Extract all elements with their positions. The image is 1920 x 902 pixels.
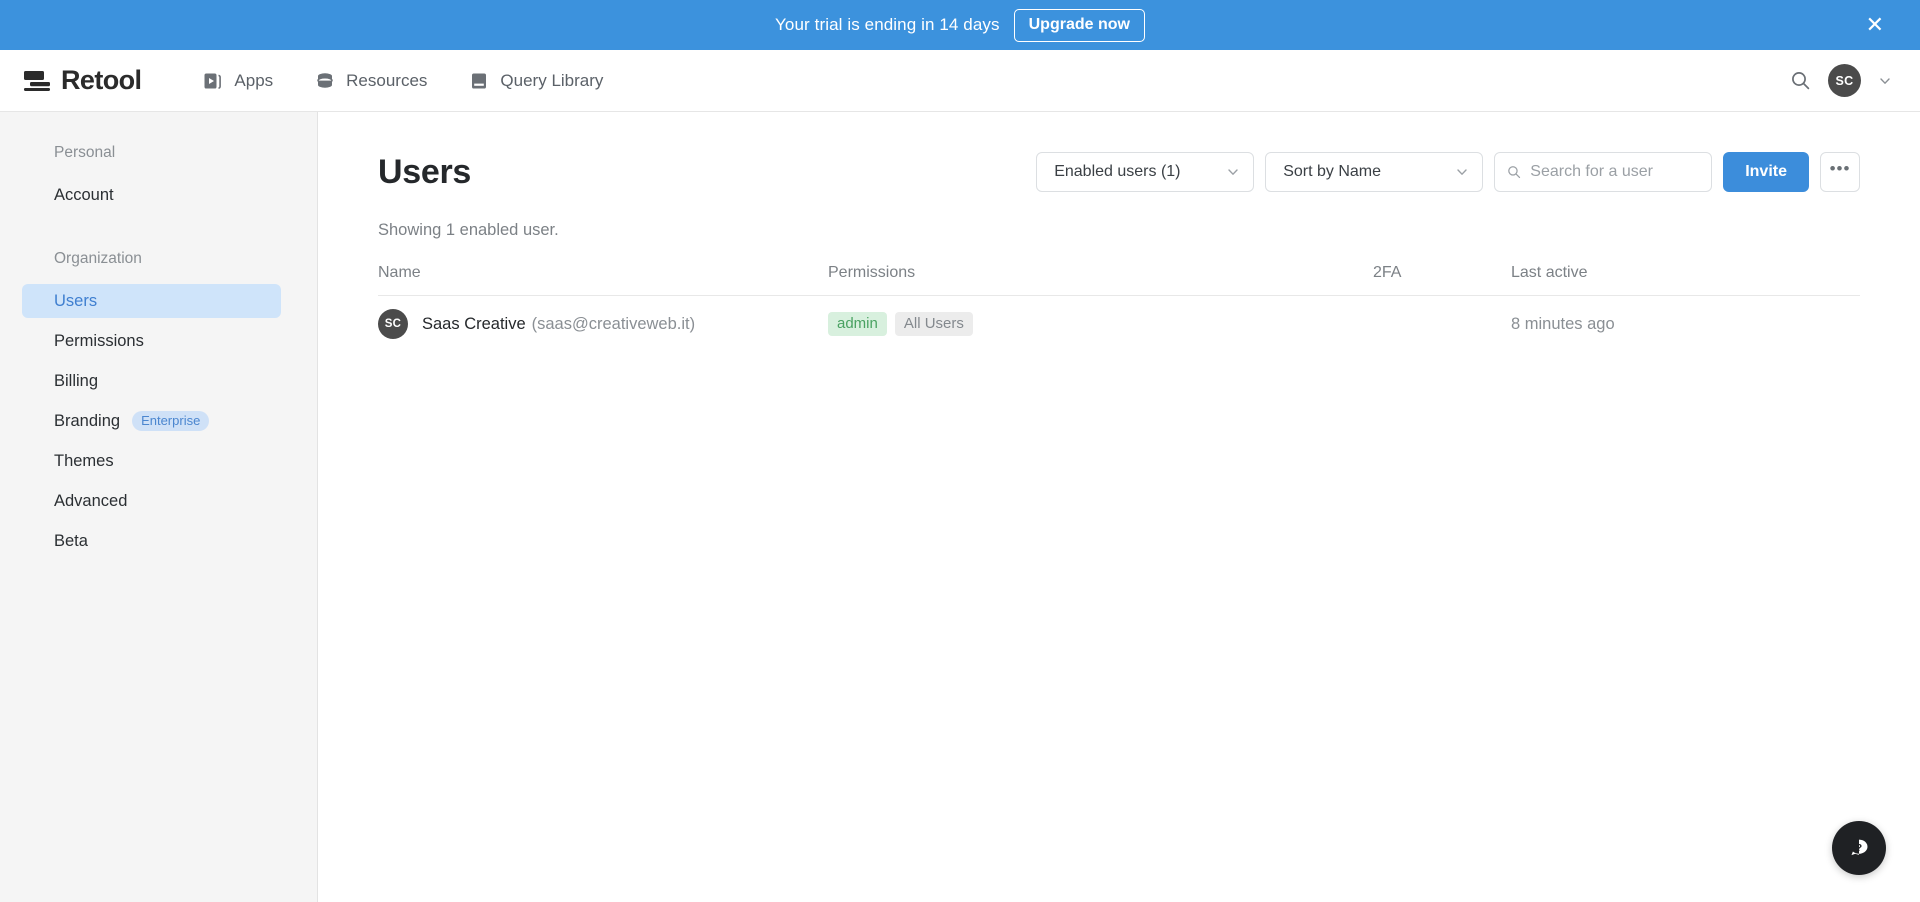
search-icon[interactable] [1790, 70, 1811, 91]
user-full-name: Saas Creative (saas@creativeweb.it) [422, 315, 695, 334]
sidebar-item-beta[interactable]: Beta [22, 524, 281, 558]
upgrade-now-button[interactable]: Upgrade now [1013, 8, 1145, 42]
chevron-down-icon[interactable] [1878, 74, 1892, 88]
sidebar-item-account[interactable]: Account [22, 178, 281, 212]
avatar[interactable]: SC [1828, 64, 1861, 97]
main-content: Users Enabled users (1) Sort by Name Sea… [318, 112, 1920, 902]
sidebar-item-themes[interactable]: Themes [22, 444, 281, 478]
users-count-subtitle: Showing 1 enabled user. [378, 221, 559, 239]
search-input[interactable] [1530, 163, 1700, 181]
sort-select[interactable]: Sort by Name [1265, 152, 1484, 192]
page-header: Users Enabled users (1) Sort by Name Sea… [378, 146, 1860, 198]
search-user-box[interactable] [1494, 152, 1713, 192]
help-button[interactable]: ? [1832, 821, 1886, 875]
svg-text:?: ? [1856, 842, 1862, 854]
column-header-permissions: Permissions [828, 264, 916, 281]
sidebar-item-label: Permissions [54, 331, 144, 350]
sidebar-item-branding[interactable]: Branding Enterprise [22, 404, 281, 438]
more-options-button[interactable]: ••• [1820, 152, 1860, 192]
sidebar-item-label: Billing [54, 371, 99, 390]
sidebar-item-billing[interactable]: Billing [22, 364, 281, 398]
sidebar-item-label: Users [54, 291, 98, 310]
user-last-active-cell: 8 minutes ago [1511, 314, 1615, 333]
database-icon [317, 72, 333, 88]
permission-tag-all-users: All Users [894, 312, 973, 336]
sidebar-item-advanced[interactable]: Advanced [22, 484, 281, 518]
column-header-last-active: Last active [1511, 264, 1588, 281]
column-header-2fa: 2FA [1373, 264, 1402, 281]
sidebar-item-permissions[interactable]: Permissions [22, 324, 281, 358]
nav-item-query-library[interactable]: Query Library [469, 71, 603, 91]
sidebar-item-label: Advanced [54, 491, 128, 510]
retool-logo-icon [24, 70, 50, 91]
nav-item-apps[interactable]: Apps [203, 71, 273, 91]
users-table: Name Permissions 2FA Last active SC Saas… [378, 264, 1860, 352]
sidebar-item-users[interactable]: Users [22, 284, 281, 318]
sort-select-value: Sort by Name [1283, 163, 1382, 180]
filter-select[interactable]: Enabled users (1) [1036, 152, 1255, 192]
retool-logo-link[interactable]: Retool [22, 65, 142, 96]
filter-select-value: Enabled users (1) [1054, 163, 1181, 180]
nav-item-label: Resources [346, 70, 428, 90]
sidebar-item-label: Branding [54, 411, 121, 430]
sidebar-group-label: Organization [54, 250, 142, 267]
trial-banner: Your trial is ending in 14 days Upgrade … [0, 0, 1920, 50]
sidebar-group-organization: Organization Users Permissions Billing B… [0, 250, 317, 558]
table-header-row: Name Permissions 2FA Last active [378, 264, 1860, 296]
sidebar-item-label: Beta [54, 531, 88, 550]
book-icon [472, 73, 487, 88]
close-icon[interactable]: ✕ [1866, 14, 1884, 36]
trial-banner-text: Your trial is ending in 14 days [775, 15, 1000, 34]
user-permissions-cell: admin All Users [828, 312, 1373, 336]
user-email-text: (saas@creativeweb.it) [531, 314, 696, 333]
sidebar-group-personal: Personal Account [0, 144, 317, 212]
app-body: Personal Account Organization Users Perm… [0, 112, 1920, 902]
nav-item-label: Apps [234, 70, 274, 90]
help-question-bubble-icon: ? [1851, 839, 1868, 856]
page-title: Users [378, 152, 472, 191]
nav-item-resources[interactable]: Resources [315, 71, 427, 91]
sidebar-item-label: Account [54, 185, 114, 204]
user-name-text: Saas Creative [422, 314, 526, 333]
users-toolbar: Enabled users (1) Sort by Name Search fo… [1036, 152, 1860, 192]
search-icon [1508, 166, 1521, 179]
apps-icon [204, 73, 222, 89]
nav-item-label: Query Library [500, 70, 604, 90]
top-navigation-bar: Retool Apps Resources Query Library SC [0, 50, 1920, 112]
avatar: SC [378, 309, 408, 339]
column-header-name: Name [378, 264, 421, 281]
chevron-down-icon [1457, 169, 1467, 175]
nav-right-cluster: SC [1790, 64, 1892, 97]
brand-name: Retool [61, 65, 142, 95]
invite-button[interactable]: Invite [1723, 152, 1809, 192]
sidebar-item-label: Themes [54, 451, 114, 470]
enterprise-badge: Enterprise [132, 411, 210, 431]
permission-tag-admin: admin [828, 312, 887, 336]
sidebar: Personal Account Organization Users Perm… [0, 112, 318, 902]
chevron-down-icon [1228, 169, 1238, 175]
nav-items: Apps Resources Query Library [203, 71, 603, 91]
table-row[interactable]: SC Saas Creative (saas@creativeweb.it) ad… [378, 296, 1860, 352]
sidebar-group-label: Personal [54, 144, 116, 161]
user-name-cell: SC Saas Creative (saas@creativeweb.it) [378, 309, 828, 339]
